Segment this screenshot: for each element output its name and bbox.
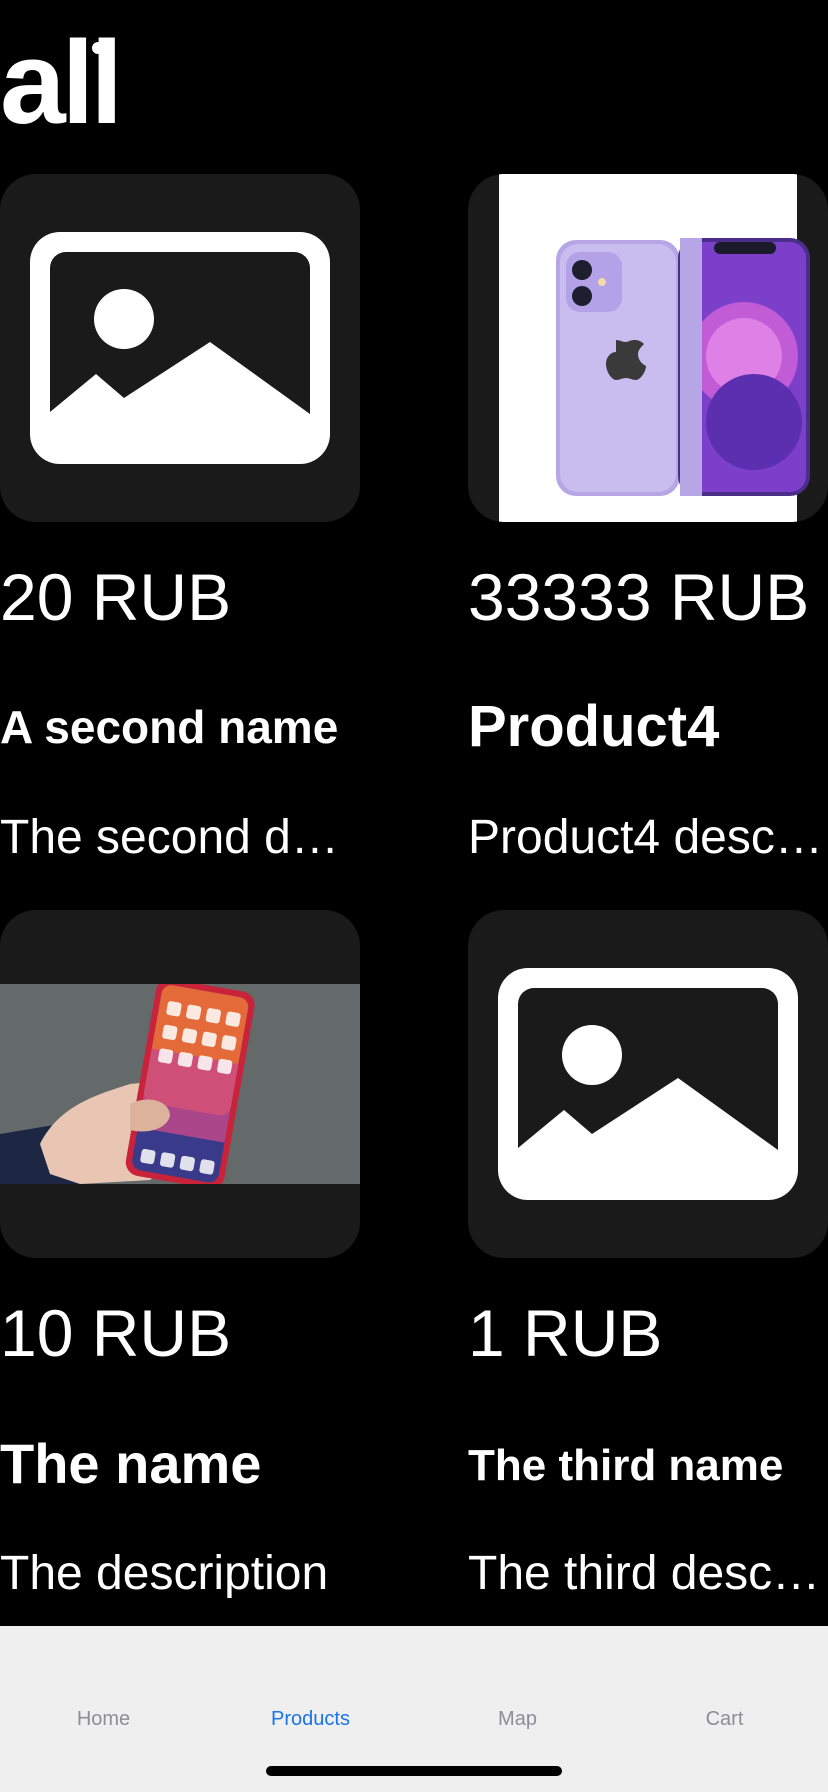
product-price: 33333 RUB [468,560,810,634]
hand-holding-phone-photo [0,910,360,1258]
tab-map[interactable]: Map [414,1708,621,1731]
product-description: The third description [468,1550,828,1598]
status-bar-fragment-icon [74,42,104,54]
product-name: The third name [468,1441,784,1490]
product-name: Product4 [468,694,720,759]
product-name: A second name [0,701,339,753]
product-description: The description [0,1550,329,1598]
product-price: 10 RUB [0,1296,232,1370]
product-price: 1 RUB [468,1296,663,1370]
placeholder-photo-icon [468,910,828,1258]
tab-products[interactable]: Products [207,1708,414,1731]
tab-home[interactable]: Home [0,1708,207,1731]
placeholder-photo-icon [0,174,360,522]
product-description: Product4 description [468,814,828,862]
product-description: The second description [0,814,360,862]
tab-cart[interactable]: Cart [621,1708,828,1731]
product-name: The name [0,1432,262,1495]
product-price: 20 RUB [0,560,232,634]
purple-iphone-photo [468,174,828,522]
home-indicator [266,1766,562,1776]
